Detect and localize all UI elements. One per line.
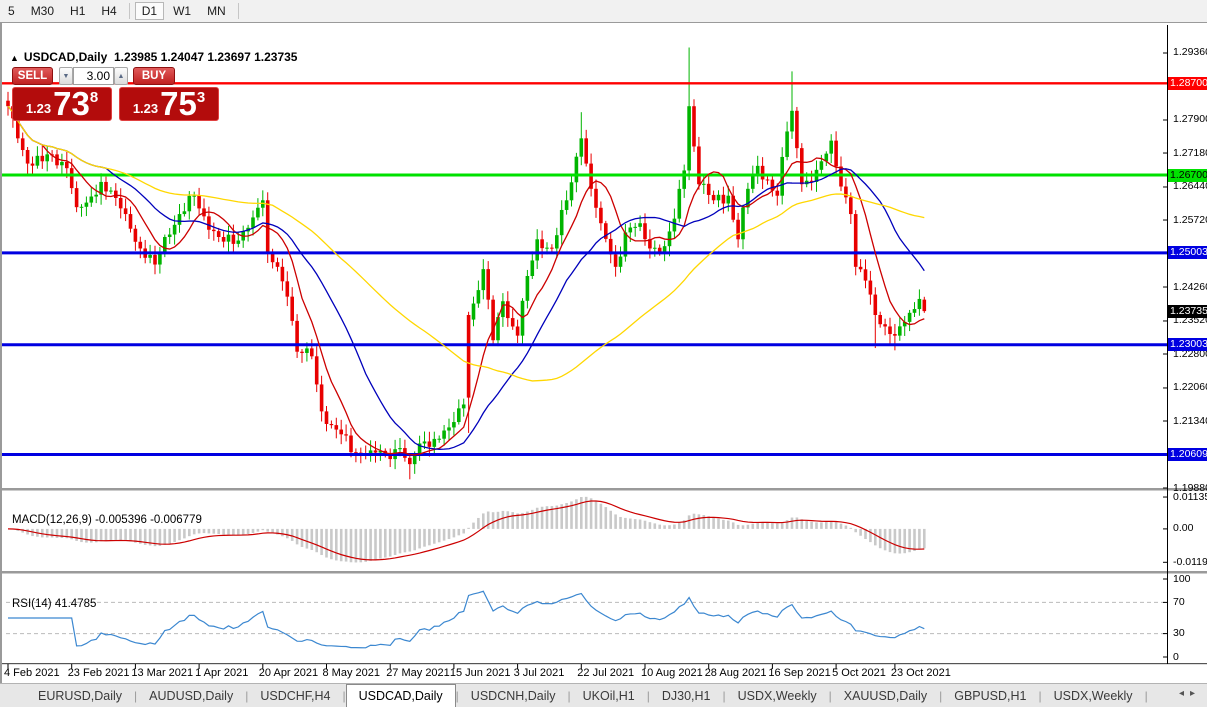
sell-price-button[interactable]: 1.23 73 8 xyxy=(12,87,112,121)
volume-increase-button[interactable]: ▲ xyxy=(114,67,128,85)
current-price-chip: 1.23735 xyxy=(1168,305,1207,318)
macd-axis-label: 0.01135 xyxy=(1173,491,1207,503)
chart-tab-eurusd-daily[interactable]: EURUSD,Daily xyxy=(26,684,134,707)
chart-tab-audusd-daily[interactable]: AUDUSD,Daily xyxy=(137,684,245,707)
macd-axis-label: -0.01190 xyxy=(1173,556,1207,568)
date-axis-label: 10 Aug 2021 xyxy=(641,667,703,679)
chart-title-ohlc: 1.23985 1.24047 1.23697 1.23735 xyxy=(114,50,298,64)
chart-window: ▲ USDCAD,Daily 1.23985 1.24047 1.23697 1.… xyxy=(0,22,1207,683)
chart-tab-usdcad-daily[interactable]: USDCAD,Daily xyxy=(346,684,456,707)
toolbar-separator xyxy=(238,3,239,19)
date-axis-label: 5 Oct 2021 xyxy=(832,667,886,679)
sell-price-big: 73 xyxy=(53,89,90,119)
chart-tab-ukoil-h1[interactable]: UKOil,H1 xyxy=(571,684,647,707)
sell-button[interactable]: SELL xyxy=(12,67,53,85)
date-axis-label: 15 Jun 2021 xyxy=(450,667,511,679)
date-axis-label: 23 Feb 2021 xyxy=(68,667,130,679)
rsi-axis-label: 0 xyxy=(1173,651,1179,663)
timeframe-button-H4[interactable]: H4 xyxy=(94,2,123,20)
price-tick-label: 1.29360 xyxy=(1173,46,1207,58)
sell-price-sup: 8 xyxy=(90,89,98,106)
price-tick-label: 1.27900 xyxy=(1173,113,1207,125)
chart-tab-usdchf-h4[interactable]: USDCHF,H4 xyxy=(248,684,342,707)
price-level-chip: 1.28700 xyxy=(1168,77,1207,90)
price-tick-label: 1.21340 xyxy=(1173,415,1207,427)
tab-scroll-left-icon[interactable]: ◂ xyxy=(1179,688,1190,699)
date-axis-label: 23 Oct 2021 xyxy=(891,667,951,679)
buy-price-button[interactable]: 1.23 75 3 xyxy=(119,87,219,121)
timeframe-toolbar: 5M30H1H4 D1W1MN xyxy=(0,0,1207,23)
price-level-chip: 1.23003 xyxy=(1168,338,1207,351)
sell-price-prefix: 1.23 xyxy=(26,101,51,116)
price-tick-label: 1.27180 xyxy=(1173,147,1207,159)
chart-tab-usdx-weekly[interactable]: USDX,Weekly xyxy=(1042,684,1145,707)
timeframe-button-5[interactable]: 5 xyxy=(1,2,22,20)
buy-price-big: 75 xyxy=(160,89,197,119)
spinner-up-icon: ▲ xyxy=(118,73,125,80)
price-tick-label: 1.24260 xyxy=(1173,281,1207,293)
buy-price-sup: 3 xyxy=(197,89,205,106)
date-axis-label: 22 Jul 2021 xyxy=(577,667,634,679)
timeframe-button-M30[interactable]: M30 xyxy=(24,2,61,20)
chart-tab-dj30-h1[interactable]: DJ30,H1 xyxy=(650,684,723,707)
price-tick-label: 1.22060 xyxy=(1173,381,1207,393)
rsi-indicator-label: RSI(14) 41.4785 xyxy=(12,598,96,610)
chart-tab-usdcnh-daily[interactable]: USDCNH,Daily xyxy=(459,684,568,707)
chart-title: ▲ USDCAD,Daily 1.23985 1.24047 1.23697 1.… xyxy=(10,50,297,64)
price-level-chip: 1.20609 xyxy=(1168,448,1207,461)
volume-input[interactable] xyxy=(73,67,114,85)
chart-tab-xauusd-daily[interactable]: XAUUSD,Daily xyxy=(832,684,939,707)
price-level-chip: 1.25003 xyxy=(1168,246,1207,259)
timeframe-button-D1[interactable]: D1 xyxy=(135,2,164,20)
rsi-axis-label: 100 xyxy=(1173,573,1191,585)
candlestick-chart-canvas[interactable] xyxy=(2,23,1207,706)
tab-scroll-arrows[interactable]: ◂▸ xyxy=(1179,688,1201,699)
price-tick-label: 1.25720 xyxy=(1173,214,1207,226)
date-axis-label: 28 Aug 2021 xyxy=(705,667,767,679)
date-axis-label: 27 May 2021 xyxy=(386,667,450,679)
timeframe-button-MN[interactable]: MN xyxy=(200,2,233,20)
date-axis-label: 3 Jul 2021 xyxy=(514,667,565,679)
volume-decrease-button[interactable]: ▼ xyxy=(59,67,73,85)
tab-separator: | xyxy=(1145,684,1148,707)
date-axis-label: 1 Apr 2021 xyxy=(195,667,248,679)
date-axis-label: 20 Apr 2021 xyxy=(259,667,318,679)
rsi-axis-label: 30 xyxy=(1173,627,1185,639)
collapse-triangle-icon[interactable]: ▲ xyxy=(10,53,19,63)
rsi-axis-label: 70 xyxy=(1173,596,1185,608)
toolbar-separator xyxy=(129,3,130,19)
date-axis-label: 4 Feb 2021 xyxy=(4,667,60,679)
spinner-down-icon: ▼ xyxy=(63,73,70,80)
timeframe-button-W1[interactable]: W1 xyxy=(166,2,198,20)
date-axis-label: 8 May 2021 xyxy=(323,667,380,679)
buy-button[interactable]: BUY xyxy=(133,67,175,85)
date-axis-label: 13 Mar 2021 xyxy=(131,667,193,679)
chart-title-symbol: USDCAD,Daily xyxy=(24,50,107,64)
macd-axis-label: 0.00 xyxy=(1173,522,1193,534)
price-level-chip: 1.26700 xyxy=(1168,169,1207,182)
chart-tab-bar: EURUSD,Daily|AUDUSD,Daily|USDCHF,H4|USDC… xyxy=(0,683,1207,707)
tab-scroll-right-icon[interactable]: ▸ xyxy=(1190,688,1201,699)
timeframe-button-H1[interactable]: H1 xyxy=(63,2,92,20)
chart-tab-usdx-weekly[interactable]: USDX,Weekly xyxy=(726,684,829,707)
chart-tab-gbpusd-h1[interactable]: GBPUSD,H1 xyxy=(942,684,1038,707)
macd-indicator-label: MACD(12,26,9) -0.005396 -0.006779 xyxy=(12,514,202,526)
date-axis-label: 16 Sep 2021 xyxy=(768,667,830,679)
buy-price-prefix: 1.23 xyxy=(133,101,158,116)
price-tick-label: 1.26440 xyxy=(1173,180,1207,192)
